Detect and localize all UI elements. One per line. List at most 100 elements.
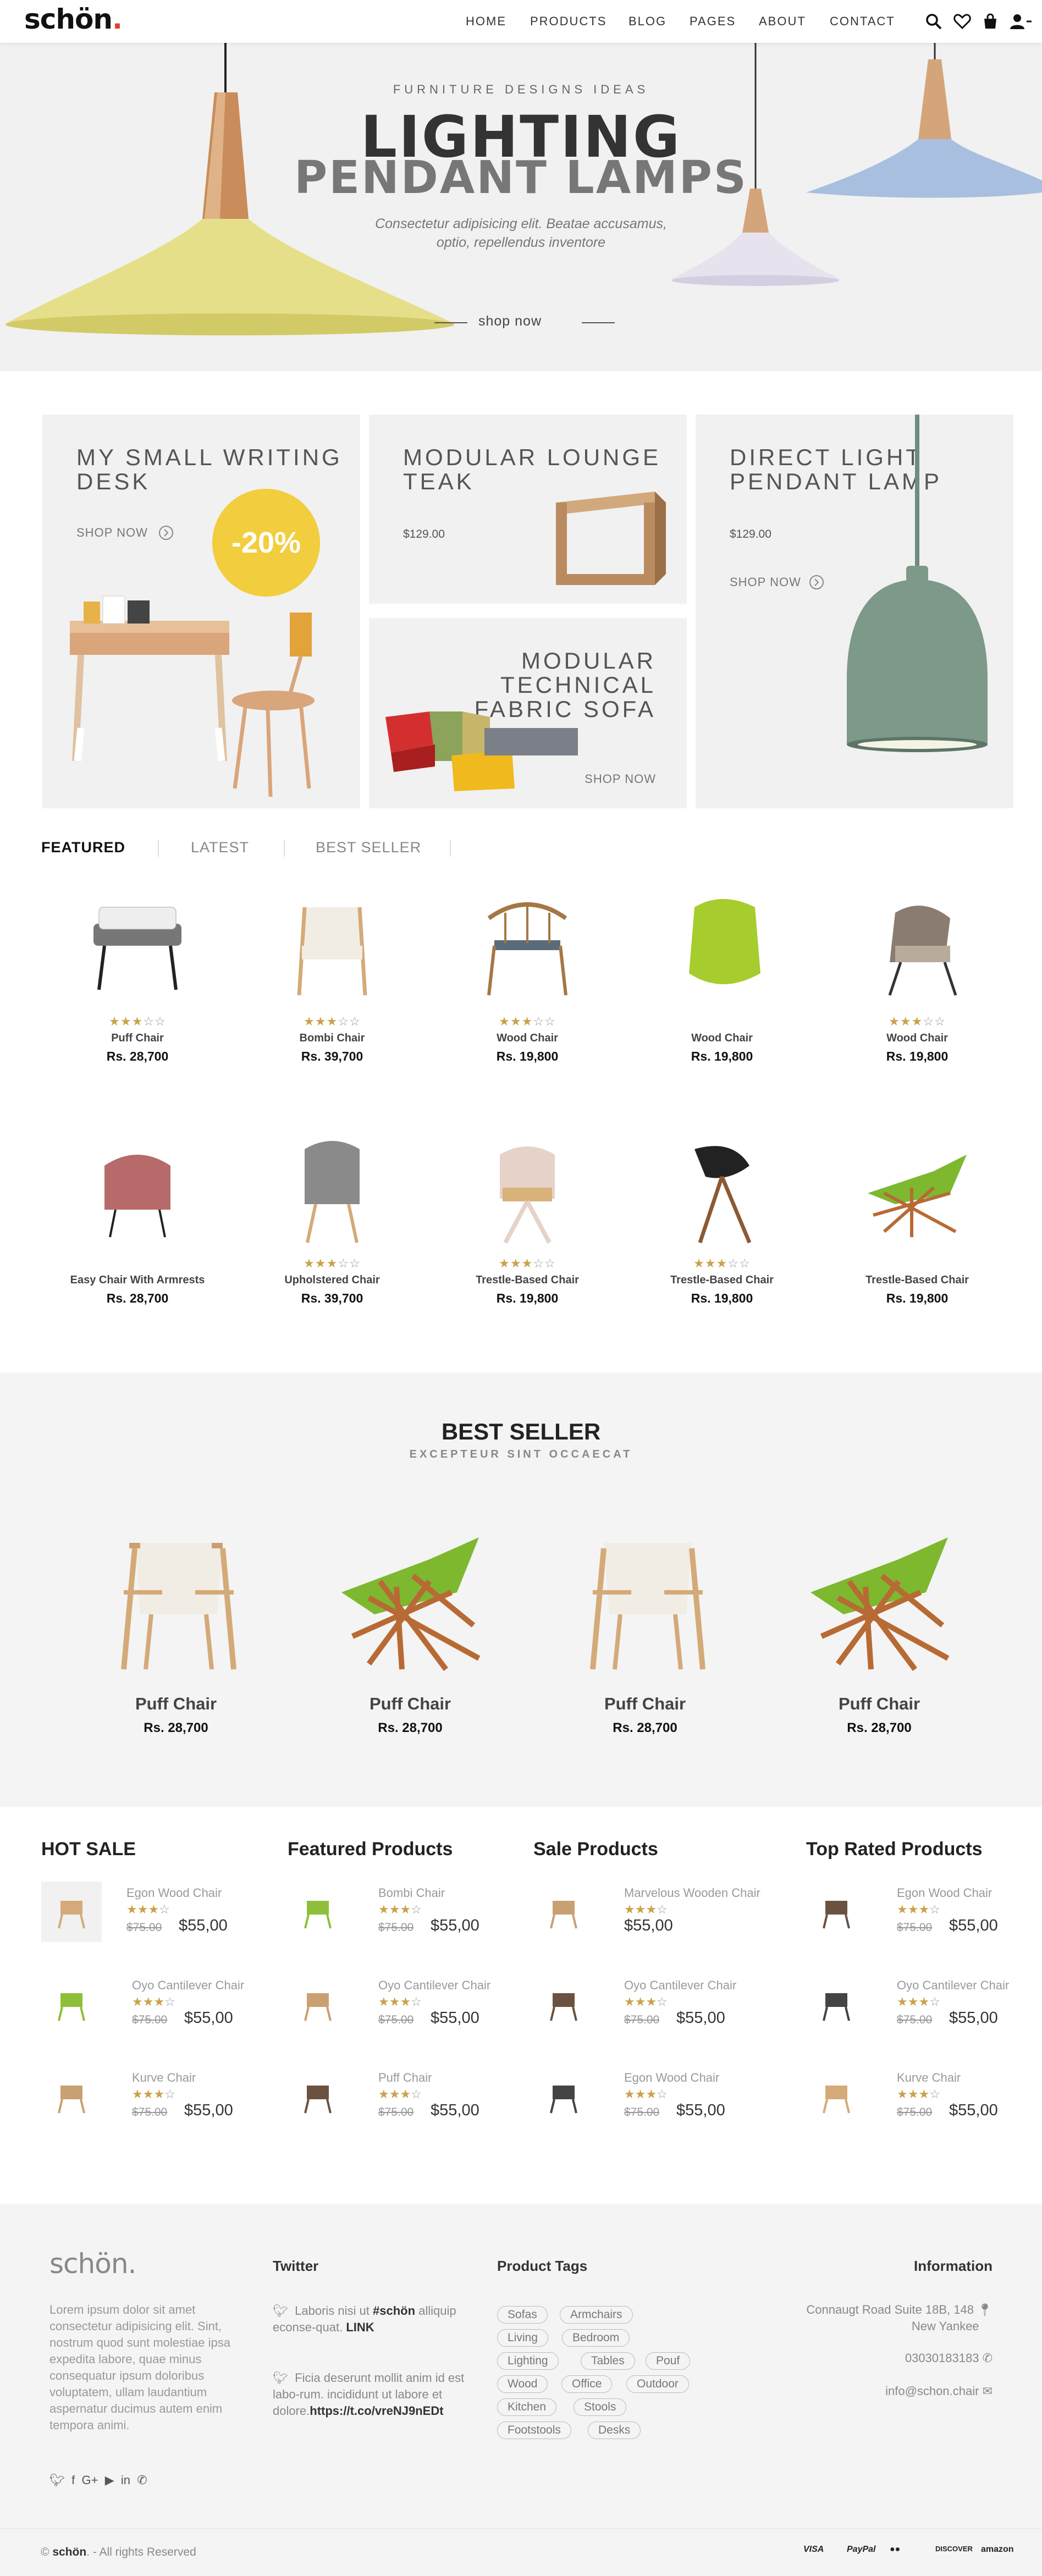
product-name[interactable]: Trestle-Based Chair [634,1274,810,1287]
product-card[interactable]: ★★★☆☆ Wood Chair Rs. 19,800 [829,874,1005,1064]
hero-shop-now-link[interactable]: shop now [478,313,542,329]
product-tag[interactable]: Wood [497,2375,548,2393]
best-seller-item[interactable]: Puff Chair Rs. 28,700 [319,1504,501,1736]
product-thumbnail[interactable] [288,1882,348,1942]
product-name[interactable]: Upholstered Chair [244,1274,420,1287]
product-name[interactable]: Trestle-Based Chair [829,1274,1005,1287]
product-name[interactable]: Puff Chair [49,1032,225,1045]
list-item[interactable]: Egon Wood Chair ★★★☆ $75.00 $55,00 [41,1882,278,1953]
product-thumbnail[interactable] [41,2066,102,2127]
best-seller-item[interactable]: Puff Chair Rs. 28,700 [789,1504,970,1736]
product-thumbnail[interactable] [288,2066,348,2127]
nav-about[interactable]: ABOUT [759,14,806,29]
product-card[interactable]: ★★★☆☆ Puff Chair Rs. 28,700 [49,874,225,1064]
product-name[interactable]: Egon Wood Chair [624,2071,719,2085]
product-card[interactable]: ★★★☆☆ Upholstered Chair Rs. 39,700 [244,1116,420,1306]
list-item[interactable]: Oyo Cantilever Chair ★★★☆ $75.00 $55,00 [533,1974,770,2045]
product-tag[interactable]: Bedroom [562,2329,630,2347]
product-name[interactable]: Wood Chair [439,1032,615,1045]
shop-now-link[interactable]: SHOP NOW [730,575,801,589]
list-item[interactable]: Kurve Chair ★★★☆ $75.00 $55,00 [41,2066,278,2138]
footer-email[interactable]: info@schon.chair ✉ [885,2383,993,2400]
product-name[interactable]: Egon Wood Chair [897,1886,992,1900]
product-name[interactable]: Bombi Chair [244,1032,420,1045]
linkedin-icon[interactable]: in [121,2473,130,2487]
best-seller-item[interactable]: Puff Chair Rs. 28,700 [85,1504,267,1736]
product-name[interactable]: Puff Chair [85,1694,267,1714]
product-name[interactable]: Oyo Cantilever Chair [624,1978,736,1993]
product-tag[interactable]: Outdoor [626,2375,689,2393]
user-icon[interactable] [1008,12,1033,31]
product-name[interactable]: Oyo Cantilever Chair [132,1978,244,1993]
product-tag[interactable]: Desks [588,2421,641,2439]
list-item[interactable]: Oyo Cantilever Chair ★★★☆ $75.00 $55,00 [288,1974,524,2045]
product-tag[interactable]: Pouf [646,2352,691,2370]
product-thumbnail[interactable] [41,1882,102,1942]
list-item[interactable]: Marvelous Wooden Chair ★★★☆ $55,00 [533,1882,770,1953]
list-item[interactable]: Bombi Chair ★★★☆ $75.00 $55,00 [288,1882,524,1953]
product-name[interactable]: Trestle-Based Chair [439,1274,615,1287]
list-item[interactable]: Egon Wood Chair ★★★☆ $75.00 $55,00 [533,2066,770,2138]
nav-contact[interactable]: CONTACT [830,14,895,29]
product-name[interactable]: Wood Chair [634,1032,810,1045]
product-tag[interactable]: Stools [574,2398,627,2416]
tab-featured[interactable]: FEATURED [41,839,125,856]
product-tag[interactable]: Armchairs [560,2306,633,2324]
product-tag[interactable]: Footstools [497,2421,571,2439]
product-thumbnail[interactable] [533,1974,594,2034]
google-plus-icon[interactable]: G+ [82,2473,98,2487]
category-sofa[interactable]: MODULAR TECHNICAL FABRIC SOFA SHOP NOW [369,618,687,808]
nav-products[interactable]: PRODUCTS [530,14,607,29]
product-name[interactable]: Marvelous Wooden Chair [624,1886,760,1900]
youtube-icon[interactable]: ▶ [105,2473,114,2487]
product-tag[interactable]: Sofas [497,2306,548,2324]
product-card[interactable]: ★★★☆☆ Trestle-Based Chair Rs. 19,800 [634,1116,810,1306]
product-tag[interactable]: Kitchen [497,2398,557,2416]
best-seller-item[interactable]: Puff Chair Rs. 28,700 [554,1504,736,1736]
product-thumbnail[interactable] [41,1974,102,2034]
bag-icon[interactable] [981,12,1000,31]
twitter-icon[interactable]: 🐦︎ [49,2473,65,2487]
product-name[interactable]: Puff Chair [378,2071,432,2085]
product-name[interactable]: Kurve Chair [897,2071,961,2085]
search-icon[interactable] [924,12,943,31]
product-card[interactable]: Trestle-Based Chair Rs. 19,800 [829,1116,1005,1306]
category-lounge[interactable]: MODULAR LOUNGE TEAK $129.00 [369,415,687,604]
nav-home[interactable]: HOME [466,14,506,29]
product-tag[interactable]: Living [497,2329,548,2347]
product-name[interactable]: Wood Chair [829,1032,1005,1045]
product-card[interactable]: Easy Chair With Armrests Rs. 28,700 [49,1116,225,1306]
product-thumbnail[interactable] [533,2066,594,2127]
product-thumbnail[interactable] [806,1882,867,1942]
product-thumbnail[interactable] [806,1974,867,2034]
product-tag[interactable]: Lighting [497,2352,559,2370]
product-thumbnail[interactable] [288,1974,348,2034]
product-name[interactable]: Puff Chair [319,1694,501,1714]
product-tag[interactable]: Tables [581,2352,635,2370]
shop-now-link[interactable]: SHOP NOW [585,772,656,786]
product-name[interactable]: Oyo Cantilever Chair [897,1978,1009,1993]
list-item[interactable]: Oyo Cantilever Chair ★★★☆ $75.00 $55,00 [41,1974,278,2045]
product-name[interactable]: Easy Chair With Armrests [49,1274,225,1287]
product-name[interactable]: Egon Wood Chair [126,1886,222,1900]
product-name[interactable]: Bombi Chair [378,1886,445,1900]
footer-logo[interactable]: schön. [49,2248,136,2280]
category-desk[interactable]: MY SMALL WRITING DESK SHOP NOW -20% [42,415,360,808]
tab-best-seller[interactable]: BEST SELLER [316,839,421,856]
nav-blog[interactable]: BLOG [628,14,666,29]
product-tag[interactable]: Office [561,2375,613,2393]
product-card[interactable]: ★★★☆☆ Trestle-Based Chair Rs. 19,800 [439,1116,615,1306]
footer-phone[interactable]: 03030183183 ✆ [905,2350,993,2367]
nav-pages[interactable]: PAGES [690,14,736,29]
list-item[interactable]: Egon Wood Chair ★★★☆ $75.00 $55,00 [806,1882,1042,1953]
tab-latest[interactable]: LATEST [191,839,249,856]
list-item[interactable]: Kurve Chair ★★★☆ $75.00 $55,00 [806,2066,1042,2138]
product-name[interactable]: Puff Chair [789,1694,970,1714]
list-item[interactable]: Oyo Cantilever Chair ★★★☆ $75.00 $55,00 [806,1974,1042,2045]
product-thumbnail[interactable] [806,2066,867,2127]
product-card[interactable]: ★★★☆☆ Bombi Chair Rs. 39,700 [244,874,420,1064]
heart-icon[interactable] [953,12,972,31]
whatsapp-icon[interactable]: ✆ [137,2473,147,2487]
product-name[interactable]: Puff Chair [554,1694,736,1714]
category-lamp[interactable]: DIRECT LIGHT PENDANT LAMP $129.00 SHOP NO… [696,415,1013,808]
